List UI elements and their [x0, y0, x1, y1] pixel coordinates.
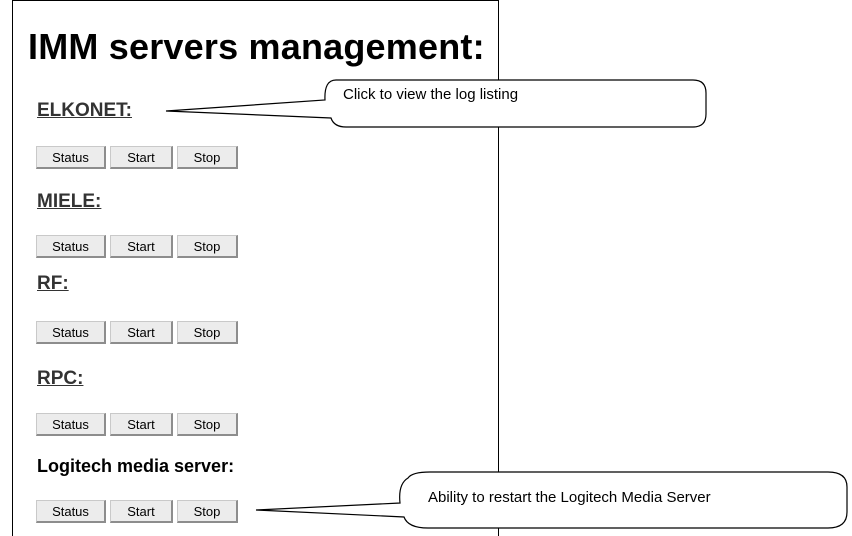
log-callout-text: Click to view the log listing	[343, 86, 519, 103]
restart-callout-text: Ability to restart the Logitech Media Se…	[428, 489, 711, 506]
callout-layer	[165, 79, 848, 529]
